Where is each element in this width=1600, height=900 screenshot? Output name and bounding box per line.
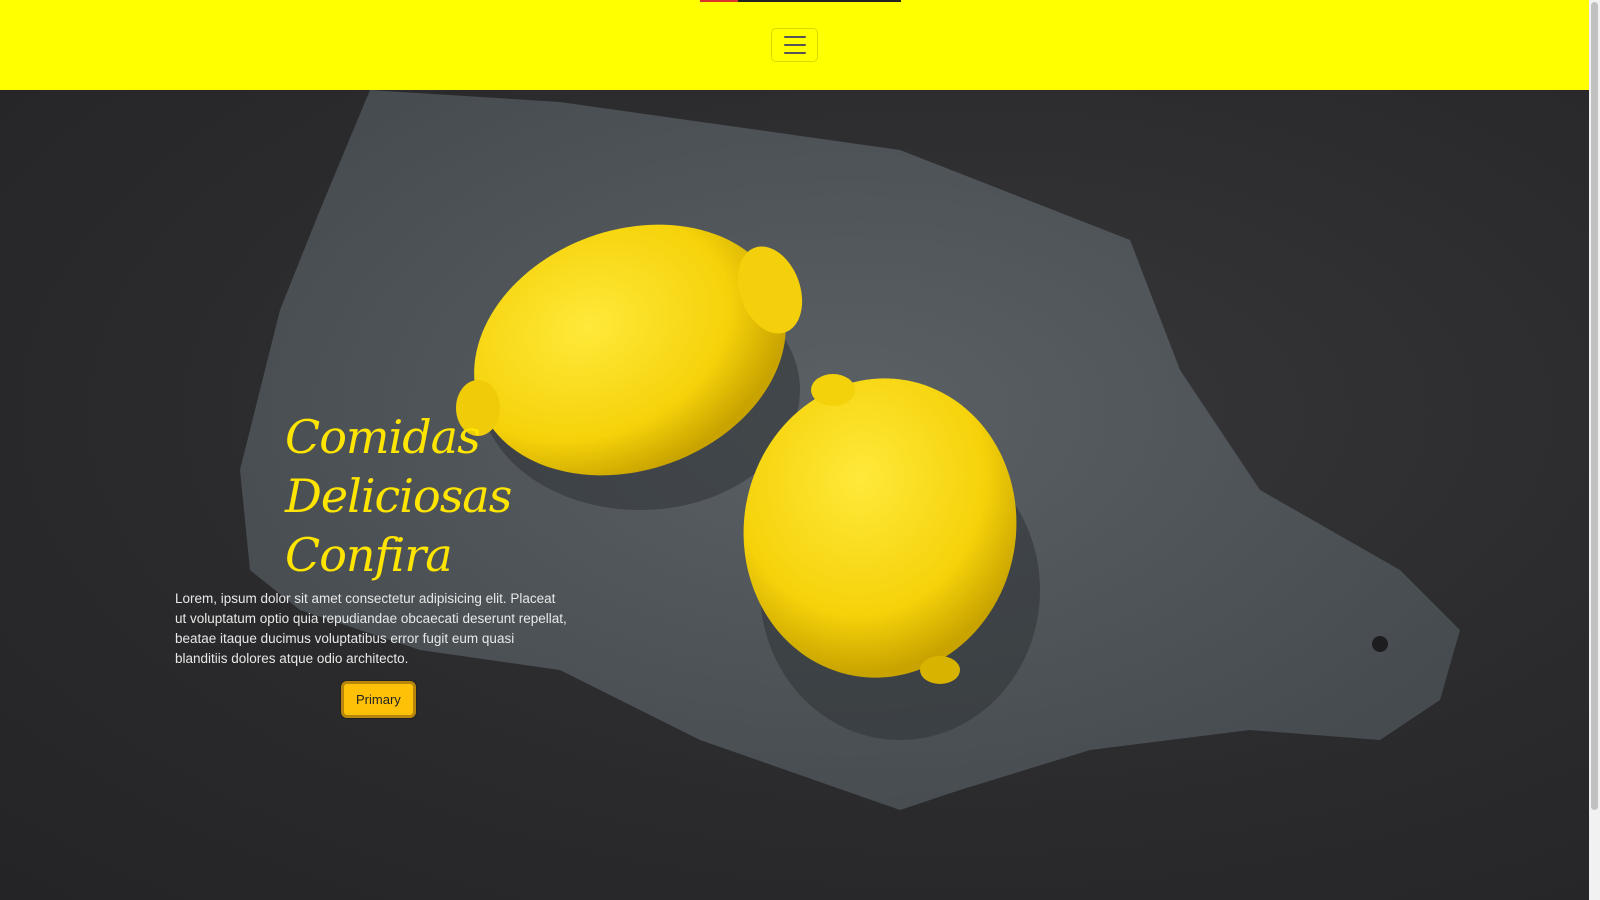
hero-content: Comidas Deliciosas Confira Lorem, ipsum … xyxy=(175,408,575,718)
hamburger-menu-icon-line xyxy=(783,52,806,54)
hamburger-menu-icon-line xyxy=(783,44,806,46)
board-hole xyxy=(1372,636,1388,652)
hero-title-line: Deliciosas xyxy=(285,469,512,523)
navbar xyxy=(0,0,1589,90)
scrollbar-thumb[interactable] xyxy=(1591,2,1598,810)
hero-section: Comidas Deliciosas Confira Lorem, ipsum … xyxy=(0,90,1589,900)
page-scrollbar[interactable] xyxy=(1589,0,1600,900)
top-strip-accent xyxy=(700,0,738,2)
navbar-toggler-button[interactable] xyxy=(771,28,818,62)
hero-title: Comidas Deliciosas Confira xyxy=(285,408,575,585)
hero-title-line: Confira xyxy=(285,528,453,582)
hero-description: Lorem, ipsum dolor sit amet consectetur … xyxy=(175,591,567,666)
hamburger-menu-icon xyxy=(783,36,806,38)
hero-title-line: Comidas xyxy=(285,410,481,464)
top-strip xyxy=(700,0,901,2)
primary-button[interactable]: Primary xyxy=(341,681,416,718)
